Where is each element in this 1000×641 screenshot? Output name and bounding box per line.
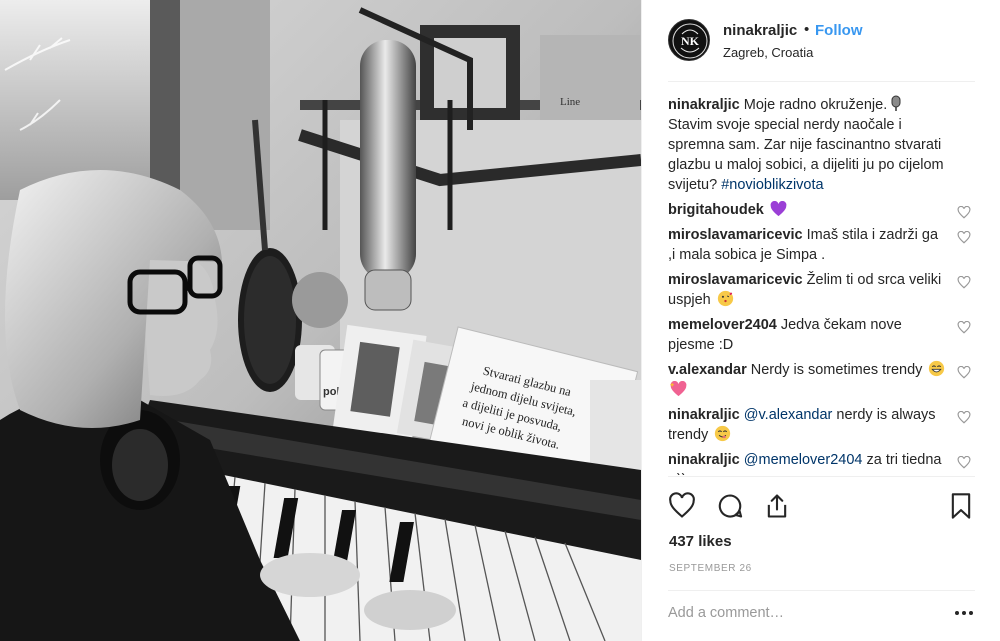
hashtag-link[interactable]: #novioblikzivota — [721, 177, 823, 193]
comment-item: ninakraljic @v.alexandar nerdy is always… — [668, 405, 975, 445]
share-icon[interactable] — [763, 492, 791, 520]
comment-username[interactable]: miroslavamaricevic — [668, 227, 803, 243]
comment-item: memelover2404 Jedva čekam nove pjesme :D — [668, 315, 975, 355]
yum-face-emoji-icon — [715, 425, 731, 442]
comments-list: ninakraljic Moje radno okruženje. Stavim… — [668, 95, 975, 475]
comment-text: Nerdy is sometimes trendy — [750, 362, 923, 378]
comment-icon[interactable] — [716, 492, 744, 520]
comment-username[interactable]: ninakraljic — [668, 97, 740, 113]
post-location[interactable]: Zagreb, Croatia — [723, 45, 813, 60]
post-sidebar: NK ninakraljic • Follow Zagreb, Croatia … — [641, 0, 1000, 641]
comment-item: ninakraljic @memelover2404 za tri tiedna… — [668, 450, 975, 475]
caption-text: Moje radno okruženje. — [743, 97, 888, 113]
comment-item: v.alexandar Nerdy is sometimes trendy — [668, 360, 975, 400]
kissing-face-emoji-icon — [717, 290, 733, 307]
post-username[interactable]: ninakraljic — [723, 22, 797, 39]
like-comment-heart-icon[interactable] — [957, 206, 971, 219]
bookmark-icon[interactable] — [947, 492, 975, 520]
like-comment-heart-icon[interactable] — [957, 411, 971, 424]
likes-count[interactable]: 437 likes — [669, 533, 732, 550]
caption: ninakraljic Moje radno okruženje. Stavim… — [668, 95, 975, 195]
mention-link[interactable]: @memelover2404 — [744, 452, 863, 468]
like-comment-heart-icon[interactable] — [957, 231, 971, 244]
comment-item: miroslavamaricevic Imaš stila i zadrži g… — [668, 225, 975, 265]
avatar[interactable]: NK — [668, 19, 710, 61]
separator-dot: • — [804, 21, 810, 38]
comment-username[interactable]: brigitahoudek — [668, 202, 764, 218]
nk-monogram-icon: NK — [670, 21, 709, 60]
svg-text:NK: NK — [681, 34, 700, 48]
post-header: NK ninakraljic • Follow Zagreb, Croatia — [642, 0, 1000, 82]
like-comment-heart-icon[interactable] — [957, 366, 971, 379]
frame-text: Line — [560, 96, 580, 108]
like-comment-heart-icon[interactable] — [957, 321, 971, 334]
action-bar — [642, 476, 1000, 536]
comment-username[interactable]: ninakraljic — [668, 452, 740, 468]
sparkling-heart-emoji-icon — [670, 381, 687, 397]
purple-heart-emoji-icon — [770, 201, 787, 217]
add-comment-input[interactable] — [668, 601, 938, 625]
mention-link[interactable]: @v.alexandar — [744, 407, 833, 423]
divider — [668, 590, 975, 591]
comment-item: miroslavamaricevic Želim ti od srca veli… — [668, 270, 975, 310]
comment-username[interactable]: ninakraljic — [668, 407, 740, 423]
grin-emoji-icon — [929, 360, 945, 377]
post-photo[interactable]: Line polsiv Stvarati glazbu na jednom di… — [0, 0, 641, 641]
comment-username[interactable]: memelover2404 — [668, 317, 777, 333]
microphone-emoji-icon — [891, 95, 901, 111]
heart-icon[interactable] — [668, 492, 696, 520]
photo-illustration: Line polsiv Stvarati glazbu na jednom di… — [0, 0, 641, 641]
follow-button[interactable]: Follow — [815, 22, 863, 39]
more-options-icon[interactable] — [953, 603, 975, 623]
like-comment-heart-icon[interactable] — [957, 276, 971, 289]
comment-username[interactable]: miroslavamaricevic — [668, 272, 803, 288]
comment-item: brigitahoudek — [668, 200, 975, 220]
like-comment-heart-icon[interactable] — [957, 456, 971, 469]
comment-username[interactable]: v.alexandar — [668, 362, 747, 378]
divider — [668, 81, 975, 82]
post-date: SEPTEMBER 26 — [669, 563, 752, 574]
